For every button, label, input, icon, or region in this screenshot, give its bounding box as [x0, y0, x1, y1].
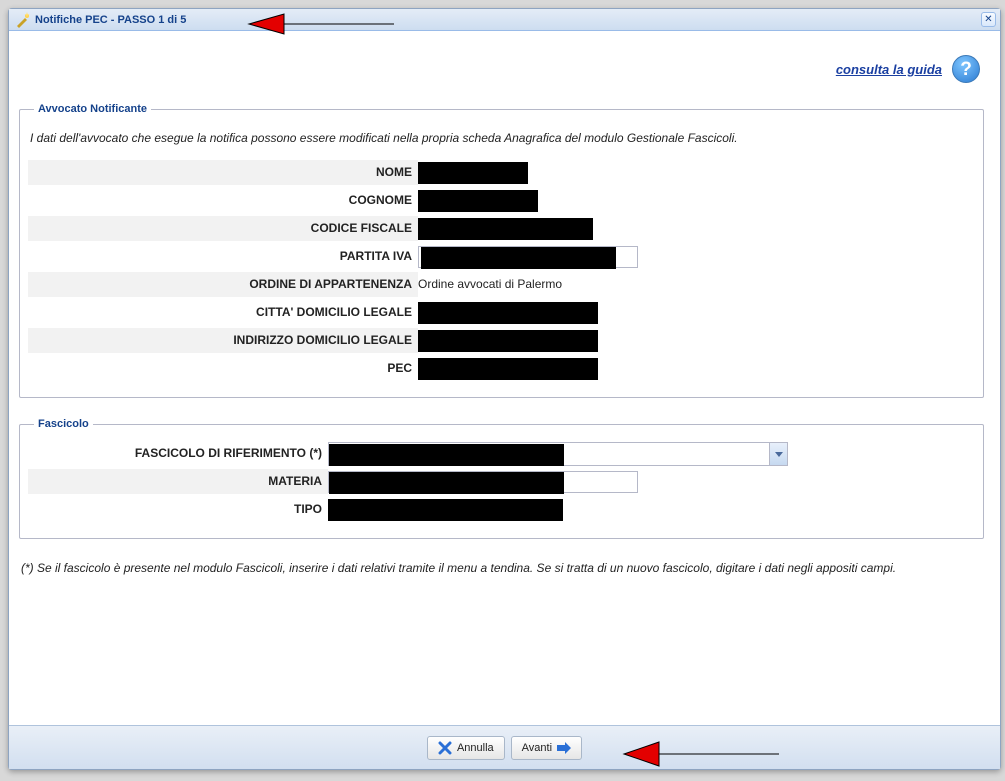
- label-nome: NOME: [28, 160, 418, 185]
- value-tipo: [328, 497, 975, 522]
- redacted-value: [418, 330, 598, 352]
- value-indirizzo: [418, 328, 975, 353]
- label-piva: PARTITA IVA: [28, 244, 418, 269]
- label-cf: CODICE FISCALE: [28, 216, 418, 241]
- value-citta: [418, 300, 975, 325]
- redacted-value: [418, 218, 593, 240]
- row-riferimento: FASCICOLO DI RIFERIMENTO (*): [28, 440, 975, 467]
- row-nome: NOME: [28, 159, 975, 186]
- redacted-value: [329, 444, 564, 466]
- piva-input[interactable]: [418, 246, 638, 268]
- row-citta: CITTA' DOMICILIO LEGALE: [28, 299, 975, 326]
- next-label: Avanti: [522, 742, 552, 754]
- help-icon[interactable]: ?: [952, 55, 980, 83]
- redacted-value: [328, 499, 563, 521]
- value-ordine: Ordine avvocati di Palermo: [418, 272, 975, 297]
- window-title: Notifiche PEC - PASSO 1 di 5: [35, 14, 186, 26]
- value-pec: [418, 356, 975, 381]
- row-cf: CODICE FISCALE: [28, 215, 975, 242]
- fascicolo-legend: Fascicolo: [34, 418, 93, 430]
- row-pec: PEC: [28, 355, 975, 382]
- close-button[interactable]: ✕: [981, 12, 996, 27]
- row-piva: PARTITA IVA: [28, 243, 975, 270]
- materia-input[interactable]: [328, 471, 638, 493]
- redacted-value: [329, 472, 564, 494]
- label-citta: CITTA' DOMICILIO LEGALE: [28, 300, 418, 325]
- value-materia: [328, 469, 975, 494]
- avvocato-note: I dati dell'avvocato che esegue la notif…: [30, 131, 975, 145]
- label-cognome: COGNOME: [28, 188, 418, 213]
- avvocato-legend: Avvocato Notificante: [34, 103, 151, 115]
- value-cf: [418, 216, 975, 241]
- row-materia: MATERIA: [28, 468, 975, 495]
- content-area: consulta la guida ? Avvocato Notificante…: [9, 31, 1000, 725]
- value-piva: [418, 244, 975, 269]
- cancel-label: Annulla: [457, 742, 494, 754]
- chevron-down-icon[interactable]: [769, 443, 787, 465]
- cancel-icon: [438, 741, 452, 755]
- label-materia: MATERIA: [28, 469, 328, 494]
- wand-icon: [15, 12, 31, 28]
- value-nome: [418, 160, 975, 185]
- riferimento-combo[interactable]: [328, 442, 788, 466]
- footnote-text: (*) Se il fascicolo è presente nel modul…: [21, 559, 982, 577]
- redacted-value: [421, 247, 616, 269]
- arrow-right-icon: [557, 741, 571, 755]
- label-pec: PEC: [28, 356, 418, 381]
- cancel-button[interactable]: Annulla: [427, 736, 505, 760]
- redacted-value: [418, 190, 538, 212]
- top-help-bar: consulta la guida ?: [19, 41, 984, 97]
- label-tipo: TIPO: [28, 497, 328, 522]
- row-cognome: COGNOME: [28, 187, 975, 214]
- dialog-window: Notifiche PEC - PASSO 1 di 5 ✕ consulta …: [8, 8, 1001, 770]
- next-button[interactable]: Avanti: [511, 736, 582, 760]
- row-indirizzo: INDIRIZZO DOMICILIO LEGALE: [28, 327, 975, 354]
- fascicolo-fieldset: Fascicolo FASCICOLO DI RIFERIMENTO (*) M…: [19, 418, 984, 539]
- value-riferimento: [328, 441, 975, 466]
- titlebar: Notifiche PEC - PASSO 1 di 5 ✕: [9, 9, 1000, 31]
- value-cognome: [418, 188, 975, 213]
- label-riferimento: FASCICOLO DI RIFERIMENTO (*): [28, 441, 328, 466]
- footer-toolbar: Annulla Avanti: [9, 725, 1000, 769]
- row-tipo: TIPO: [28, 496, 975, 523]
- close-icon: ✕: [984, 14, 992, 25]
- redacted-value: [418, 162, 528, 184]
- redacted-value: [418, 358, 598, 380]
- redacted-value: [418, 302, 598, 324]
- row-ordine: ORDINE DI APPARTENENZA Ordine avvocati d…: [28, 271, 975, 298]
- label-ordine: ORDINE DI APPARTENENZA: [28, 272, 418, 297]
- help-link[interactable]: consulta la guida: [836, 62, 942, 77]
- label-indirizzo: INDIRIZZO DOMICILIO LEGALE: [28, 328, 418, 353]
- avvocato-fieldset: Avvocato Notificante I dati dell'avvocat…: [19, 103, 984, 398]
